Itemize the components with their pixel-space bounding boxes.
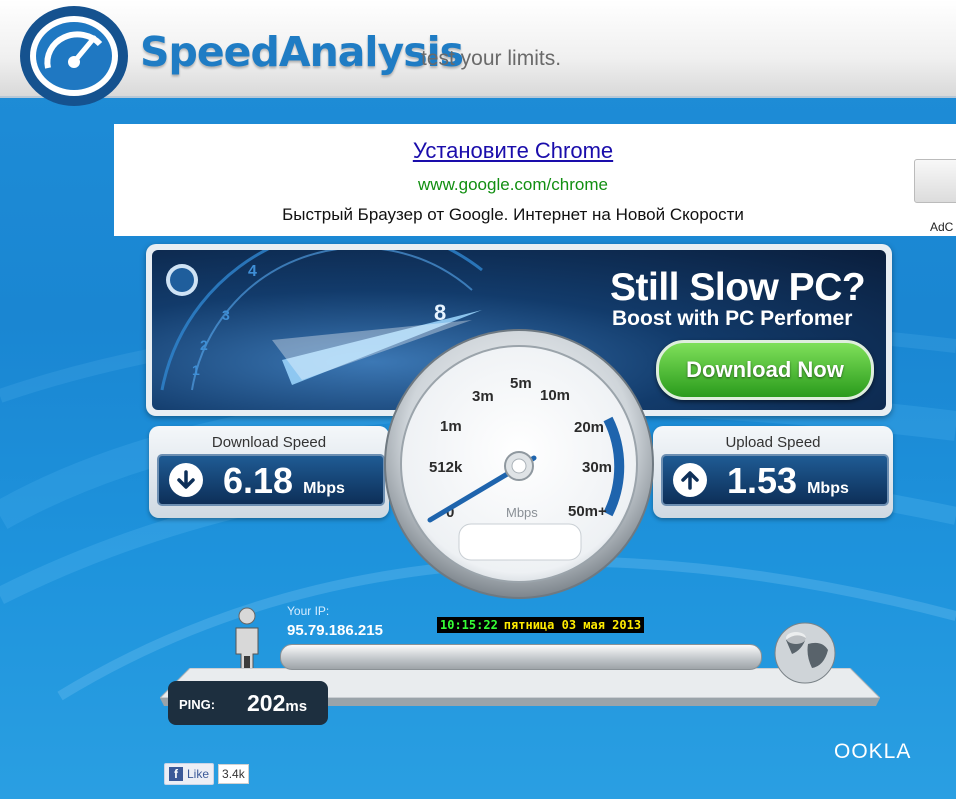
upload-speed-panel: Upload Speed 1.53 Mbps: [653, 426, 893, 518]
gauge-tick-label: 512k: [429, 459, 463, 476]
gauge-tick-label: 50m+: [568, 503, 607, 520]
ookla-logo[interactable]: OOKLA: [834, 740, 911, 764]
arrow-up-icon: [673, 463, 707, 497]
gauge-tick-label: 10m: [540, 387, 570, 404]
speed-gauge: 0 512k 1m 3m 5m 10m 20m 30m 50m+ Mbps: [384, 329, 654, 599]
ad-description: Быстрый Браузер от Google. Интернет на Н…: [282, 205, 744, 224]
facebook-like-widget: f Like 3.4k: [164, 763, 249, 785]
ad-side-button[interactable]: [914, 159, 956, 203]
text-ad: Установите Chrome www.google.com/chrome …: [114, 124, 956, 236]
banner-title: Still Slow PC?: [610, 266, 866, 309]
ping-number: 202: [247, 690, 286, 716]
gauge-readout-box: [458, 523, 582, 561]
banner-dial-number: 3: [222, 307, 230, 323]
ad-title-link[interactable]: Установите Chrome: [114, 138, 912, 164]
banner-dial-number: 8: [434, 300, 446, 325]
facebook-icon: f: [169, 767, 183, 781]
upload-speed-number: 1.53: [727, 460, 798, 501]
site-header: SpeedAnalysis test your limits.: [0, 0, 956, 106]
upload-speed-label: Upload Speed: [725, 434, 821, 451]
upload-speed-value: 1.53 Mbps: [727, 460, 849, 502]
ad-choices-label[interactable]: AdC: [930, 220, 953, 234]
ip-address: 95.79.186.215: [287, 622, 383, 639]
upload-speed-box: 1.53 Mbps: [661, 454, 889, 506]
tagline: test your limits.: [421, 47, 562, 70]
gauge-tick-label: 5m: [510, 375, 532, 392]
gauge-tick-label: 1m: [440, 418, 462, 435]
gauge-tick-label: 30m: [582, 459, 612, 476]
download-speed-unit: Mbps: [303, 480, 345, 497]
banner-dial-number: 2: [200, 337, 208, 353]
globe-icon: [774, 622, 836, 684]
ad-url[interactable]: www.google.com/chrome: [114, 175, 912, 195]
ping-value: 202ms: [247, 690, 307, 717]
ping-label: PING:: [179, 697, 216, 712]
banner-dial-number: 1: [192, 362, 200, 378]
facebook-like-button[interactable]: f Like: [164, 763, 215, 785]
upload-speed-unit: Mbps: [807, 480, 849, 497]
ping-panel: PING: 202ms: [168, 681, 328, 725]
ip-label: Your IP:: [287, 604, 330, 618]
date-time-clock: 10:15:22 пятница 03 мая 2013: [437, 617, 645, 633]
like-count: 3.4k: [218, 764, 249, 784]
clock-time: 10:15:22: [440, 618, 498, 632]
download-speed-number: 6.18: [223, 460, 294, 501]
download-speed-box: 6.18 Mbps: [157, 454, 385, 506]
like-label: Like: [187, 767, 210, 781]
download-speed-value: 6.18 Mbps: [223, 460, 345, 502]
download-speed-label: Download Speed: [211, 434, 327, 451]
banner-dial-number: 4: [248, 263, 257, 280]
progress-tube: [280, 644, 762, 670]
download-now-button[interactable]: Download Now: [656, 340, 874, 400]
speedometer-logo-icon[interactable]: [18, 4, 130, 108]
ping-unit: ms: [285, 698, 308, 715]
clock-date: пятница 03 мая 2013: [503, 618, 642, 632]
arrow-down-icon: [169, 463, 203, 497]
gauge-tick-label: 20m: [574, 419, 604, 436]
gauge-tick-label: 3m: [472, 388, 494, 405]
gauge-unit: Mbps: [506, 505, 538, 520]
download-speed-panel: Download Speed 6.18 Mbps: [149, 426, 389, 518]
brand-name[interactable]: SpeedAnalysis: [140, 28, 464, 76]
